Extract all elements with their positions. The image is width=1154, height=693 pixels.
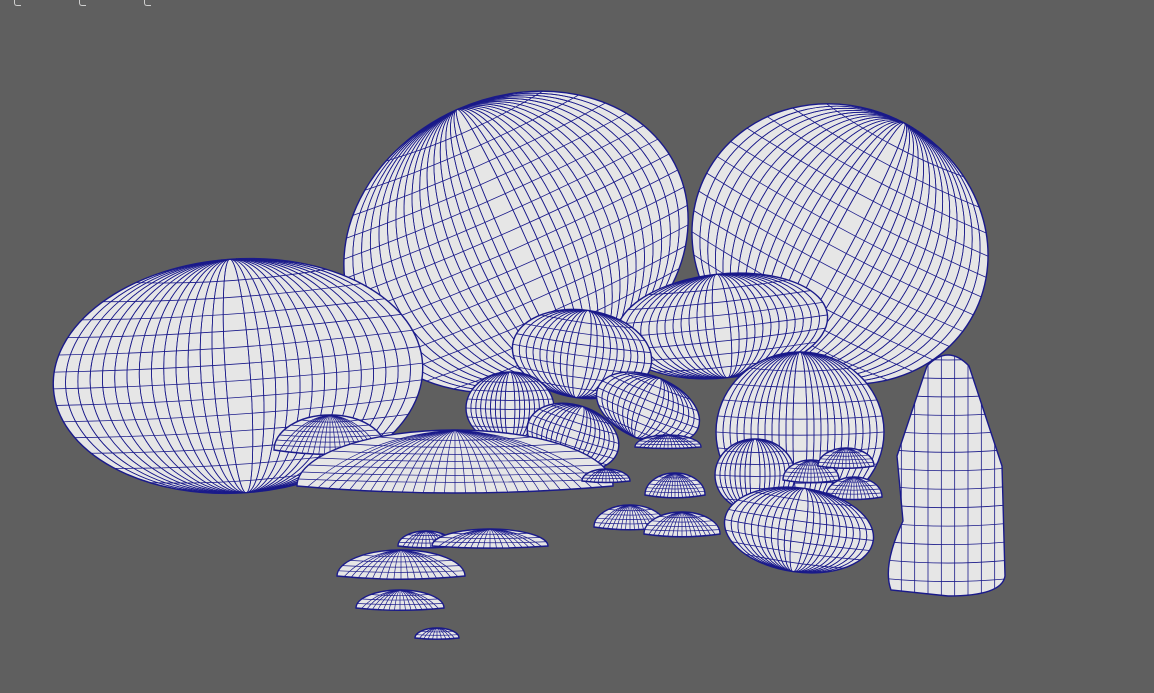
3d-viewport[interactable]: [0, 0, 1154, 693]
rock-small-6[interactable]: [644, 472, 706, 499]
rock-small-12[interactable]: [336, 549, 466, 580]
rock-small-10[interactable]: [431, 528, 549, 549]
wireframe-scene[interactable]: [0, 0, 1154, 693]
rock-small-13[interactable]: [355, 589, 445, 611]
rock-small-14[interactable]: [414, 627, 460, 640]
